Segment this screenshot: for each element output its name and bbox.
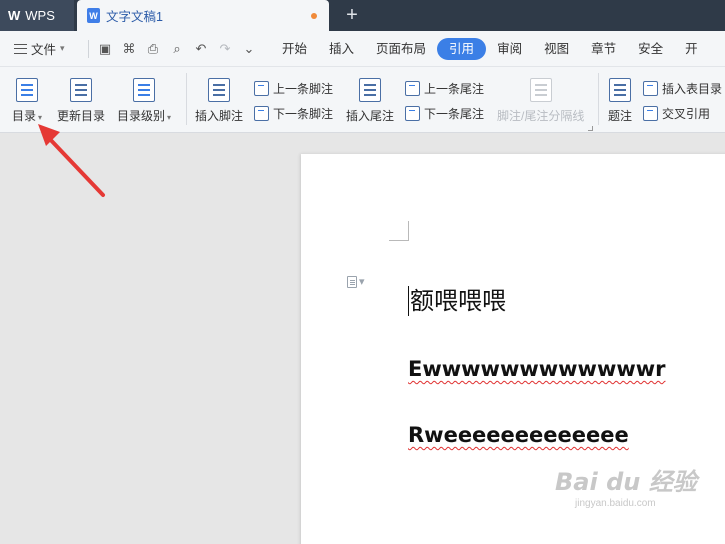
chevron-down-icon: ▾ (167, 113, 172, 122)
update-toc-label: 更新目录 (57, 109, 106, 123)
prev-footnote-label: 上一条脚注 (273, 81, 334, 96)
toc-level-button[interactable]: 目录级别 ▾ (117, 78, 171, 124)
tab-references[interactable]: 引用 (437, 37, 487, 60)
toc-label: 目录 (12, 109, 37, 123)
separator-line-icon (529, 78, 552, 102)
menu-icon (14, 43, 27, 54)
chevron-down-icon: ▾ (60, 43, 65, 53)
print-preview-icon[interactable]: ⌕ (165, 31, 189, 67)
prev-endnote-label: 上一条尾注 (424, 81, 485, 96)
refresh-toc-icon (70, 78, 92, 102)
prev-endnote-button[interactable]: 上一条尾注 (405, 79, 484, 97)
document-heading-3[interactable]: Rweeeeeeeeeeeee (408, 422, 629, 448)
title-bar: W WPS W 文字文稿1 + (0, 0, 725, 31)
document-tab-label: 文字文稿1 (106, 10, 163, 24)
unsaved-indicator (311, 13, 317, 19)
insert-endnote-button[interactable]: 插入尾注 (346, 78, 394, 124)
cross-reference-button[interactable]: 交叉引用 (643, 104, 710, 122)
new-tab-button[interactable]: + (341, 4, 363, 26)
watermark-logo: Bai du 经验 (555, 468, 697, 496)
cross-reference-label: 交叉引用 (662, 106, 711, 121)
divider (186, 73, 187, 125)
ribbon-tabs: 开始 插入 页面布局 引用 审阅 视图 章节 安全 开 (271, 37, 709, 60)
tab-page-layout[interactable]: 页面布局 (365, 38, 437, 60)
baidu-watermark: Bai du 经验 jingyan.baidu.com (555, 462, 705, 532)
document-tab[interactable]: W 文字文稿1 (77, 0, 329, 31)
document-heading-1[interactable]: 额喂喂喂 (408, 286, 506, 316)
insert-footnote-label: 插入脚注 (195, 109, 244, 123)
paragraph-layout-icon[interactable]: ▾ (347, 275, 365, 288)
tab-section[interactable]: 章节 (580, 38, 627, 60)
wps-home-tab[interactable]: W WPS (0, 0, 74, 31)
caption-icon (609, 78, 631, 102)
prev-footnote-button[interactable]: 上一条脚注 (254, 79, 333, 97)
insert-endnote-label: 插入尾注 (346, 109, 395, 123)
tab-security[interactable]: 安全 (627, 38, 674, 60)
save-icon[interactable]: ▣ (93, 31, 117, 67)
prev-footnote-icon (254, 80, 269, 96)
next-footnote-label: 下一条脚注 (273, 106, 334, 121)
caption-label: 题注 (608, 109, 633, 123)
tab-insert[interactable]: 插入 (318, 38, 365, 60)
separator-line-label: 脚注/尾注分隔线 (497, 109, 585, 123)
tab-view[interactable]: 视图 (533, 38, 580, 60)
next-footnote-icon (254, 105, 269, 121)
document-icon: W (87, 8, 100, 23)
print-icon[interactable]: ⎙ (141, 31, 165, 67)
wps-tab-label: WPS (25, 8, 55, 23)
next-endnote-button[interactable]: 下一条尾注 (405, 104, 484, 122)
chevron-down-icon: ▾ (359, 276, 365, 288)
format-painter-icon[interactable]: ⌘ (117, 31, 141, 67)
toc-button[interactable]: 目录 ▾ (12, 78, 42, 124)
dialog-launcher-icon[interactable] (588, 126, 593, 131)
next-endnote-icon (405, 105, 420, 121)
ribbon-references: 目录 ▾ 更新目录 目录级别 ▾ 插入脚注 上一条脚注 下一条脚注 插入尾注 上一条… (0, 67, 725, 133)
endnote-icon (359, 78, 381, 102)
separator-line-button[interactable]: 脚注/尾注分隔线 (497, 78, 584, 124)
footnote-icon (208, 78, 230, 102)
toc-level-icon (133, 78, 156, 102)
caption-button[interactable]: 题注 (608, 78, 632, 124)
page-margin-mark (389, 221, 409, 241)
insert-table-of-figures-label: 插入表目录 (662, 81, 723, 96)
cross-reference-icon (643, 105, 658, 121)
insert-table-of-figures-button[interactable]: 插入表目录 (643, 79, 722, 97)
customize-dropdown-icon[interactable]: ⌄ (237, 31, 261, 67)
insert-footnote-button[interactable]: 插入脚注 (195, 78, 243, 124)
next-footnote-button[interactable]: 下一条脚注 (254, 104, 333, 122)
menu-bar: 文件 ▾ ▣ ⌘ ⎙ ⌕ ↶ ↷ ⌄ 开始 插入 页面布局 引用 审阅 视图 章… (0, 31, 725, 67)
update-toc-button[interactable]: 更新目录 (57, 78, 105, 124)
file-menu-label: 文件 (31, 43, 57, 57)
toc-icon (16, 78, 39, 102)
table-of-figures-icon (643, 80, 658, 96)
tab-home[interactable]: 开始 (271, 38, 318, 60)
undo-icon[interactable]: ↶ (189, 31, 213, 67)
redo-icon[interactable]: ↷ (213, 31, 237, 67)
page-icon (347, 275, 357, 288)
tab-more[interactable]: 开 (674, 38, 709, 60)
watermark-url: jingyan.baidu.com (575, 498, 656, 509)
document-heading-2[interactable]: Ewwwwwwwwwwwwr (408, 356, 666, 382)
next-endnote-label: 下一条尾注 (424, 106, 485, 121)
prev-endnote-icon (405, 80, 420, 96)
tab-review[interactable]: 审阅 (486, 38, 533, 60)
divider (88, 39, 89, 58)
divider (598, 73, 599, 125)
wps-logo-icon: W (8, 8, 21, 23)
file-menu[interactable]: 文件 ▾ (0, 31, 84, 67)
toc-level-label: 目录级别 (117, 109, 166, 123)
chevron-down-icon: ▾ (38, 113, 43, 122)
